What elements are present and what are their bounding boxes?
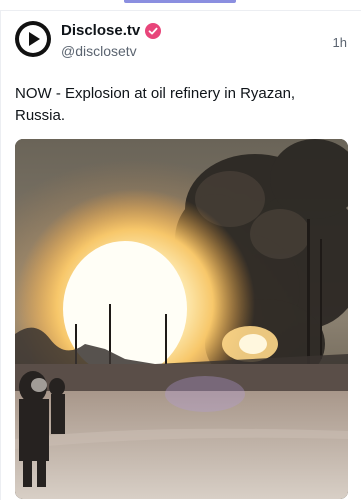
author-handle[interactable]: @disclosetv — [61, 43, 137, 59]
post-card[interactable]: Disclose.tv @disclosetv 1h NOW - Explosi… — [0, 10, 361, 500]
verified-badge-icon — [145, 22, 162, 39]
post-media-video[interactable] — [15, 139, 348, 499]
post-timestamp[interactable]: 1h — [333, 35, 347, 50]
avatar[interactable] — [15, 21, 51, 57]
author-name-row: Disclose.tv — [61, 22, 162, 39]
explosion-video-frame — [15, 139, 348, 499]
author-display-name[interactable]: Disclose.tv — [61, 22, 140, 39]
post-text: NOW - Explosion at oil refinery in Ryaza… — [15, 85, 296, 124]
post-header: Disclose.tv @disclosetv 1h — [15, 21, 347, 71]
active-tab-indicator — [124, 0, 236, 3]
play-logo-icon — [19, 25, 47, 53]
